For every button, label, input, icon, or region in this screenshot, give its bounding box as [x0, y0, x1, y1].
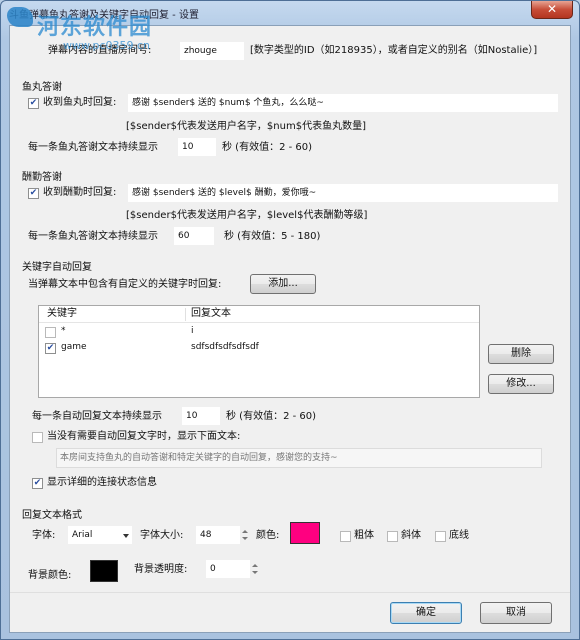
text-color-label: 颜色:	[256, 530, 280, 541]
italic-label: 斜体	[401, 530, 421, 541]
check-icon: ✔	[29, 188, 38, 198]
cancel-button[interactable]: 取消	[480, 602, 552, 624]
keyword-prompt: 当弹幕文本中包含有自定义的关键字时回复:	[28, 279, 222, 290]
row-checkbox[interactable]	[45, 327, 56, 338]
choujin-duration-input[interactable]: 60	[174, 227, 214, 245]
check-icon: ✔	[46, 343, 55, 353]
bold-checkbox[interactable]	[340, 531, 351, 542]
keyword-section-title: 关键字自动回复	[22, 262, 92, 273]
keyword-list[interactable]: 关键字 回复文本 * i ✔ game sdfsdfsdfsdfsdf	[38, 305, 480, 398]
room-id-hint: [数字类型的ID（如218935），或者自定义的别名（如Nostalie）]	[250, 45, 538, 56]
underline-label: 底线	[449, 530, 469, 541]
row-reply: i	[191, 326, 194, 336]
yuwan-duration-unit: 秒 (有效值：2 - 60)	[222, 142, 313, 153]
yuwan-duration-input[interactable]: 10	[178, 138, 216, 156]
bg-opacity-spinner[interactable]	[250, 560, 259, 578]
yuwan-section-title: 鱼丸答谢	[22, 82, 62, 93]
close-button[interactable]: ✕	[531, 1, 573, 19]
yuwan-reply-checkbox[interactable]: ✔	[28, 98, 39, 109]
keyword-duration-label: 每一条自动回复文本持续显示	[32, 411, 162, 422]
choujin-section-title: 酬勤答谢	[22, 172, 62, 183]
row-keyword: game	[61, 342, 87, 352]
bg-opacity-input[interactable]: 0	[206, 560, 250, 578]
format-section-title: 回复文本格式	[22, 510, 82, 521]
bold-label: 粗体	[354, 530, 374, 541]
check-icon: ✔	[33, 478, 42, 488]
bg-color-swatch[interactable]	[90, 560, 118, 582]
show-status-checkbox[interactable]: ✔	[32, 478, 43, 489]
italic-checkbox[interactable]	[387, 531, 398, 542]
watermark-text: 河东软件园	[37, 14, 153, 40]
table-row[interactable]: * i	[39, 325, 479, 340]
yuwan-duration-label: 每一条鱼丸答谢文本持续显示	[28, 142, 158, 153]
font-select[interactable]: Arial	[68, 526, 132, 544]
yuwan-reply-label: 收到鱼丸时回复:	[43, 97, 117, 108]
fallback-text-checkbox[interactable]	[32, 432, 43, 443]
edit-keyword-button[interactable]: 修改...	[488, 374, 554, 394]
choujin-duration-label: 每一条鱼丸答谢文本持续显示	[28, 231, 158, 242]
keyword-list-header: 关键字 回复文本	[39, 306, 479, 323]
font-size-spinner[interactable]	[240, 526, 249, 544]
add-keyword-button[interactable]: 添加...	[250, 274, 316, 294]
font-size-input[interactable]: 48	[196, 526, 240, 544]
column-separator[interactable]	[185, 308, 186, 321]
chevron-down-icon	[123, 534, 129, 538]
room-id-input[interactable]: zhouge	[180, 42, 244, 60]
yuwan-reply-message-input[interactable]: 感谢 $sender$ 送的 $num$ 个鱼丸，么么哒~	[128, 94, 558, 112]
choujin-reply-message-input[interactable]: 感谢 $sender$ 送的 $level$ 酬勤，爱你哦~	[128, 184, 558, 202]
font-size-label: 字体大小:	[140, 530, 184, 541]
fallback-text-input[interactable]: 本房间支持鱼丸的自动答谢和特定关键字的自动回复，感谢您的支持~	[56, 448, 542, 468]
choujin-vars-hint: [$sender$代表发送用户名字，$level$代表酬勤等级]	[126, 210, 368, 221]
yuwan-vars-hint: [$sender$代表发送用户名字，$num$代表鱼丸数量]	[126, 121, 366, 132]
bg-color-label: 背景颜色:	[28, 570, 72, 581]
site-logo-icon	[7, 7, 33, 27]
choujin-reply-label: 收到酬勤时回复:	[43, 187, 117, 198]
dialog-body: 弹幕内容的直播房间号: zhouge [数字类型的ID（如218935），或者自…	[9, 25, 571, 633]
underline-checkbox[interactable]	[435, 531, 446, 542]
keyword-duration-input[interactable]: 10	[182, 407, 220, 425]
table-row[interactable]: ✔ game sdfsdfsdfsdfsdf	[39, 341, 479, 356]
keyword-duration-unit: 秒 (有效值：2 - 60)	[226, 411, 317, 422]
column-header-reply[interactable]: 回复文本	[191, 307, 231, 321]
row-keyword: *	[61, 326, 66, 336]
fallback-text-label: 当没有需要自动回复文字时，显示下面文本:	[47, 431, 241, 442]
settings-window: 斗鱼弹幕鱼丸答谢及关键字自动回复 - 设置 ✕ 弹幕内容的直播房间号: zhou…	[0, 0, 580, 640]
choujin-duration-unit: 秒 (有效值：5 - 180)	[224, 231, 321, 242]
column-header-keyword[interactable]: 关键字	[47, 307, 77, 321]
row-reply: sdfsdfsdfsdfsdf	[191, 342, 259, 352]
row-checkbox[interactable]: ✔	[45, 343, 56, 354]
font-select-value: Arial	[72, 530, 93, 540]
show-status-label: 显示详细的连接状态信息	[47, 477, 157, 488]
ok-button[interactable]: 确定	[390, 602, 462, 624]
check-icon: ✔	[29, 98, 38, 108]
bg-opacity-label: 背景透明度:	[134, 564, 188, 575]
delete-keyword-button[interactable]: 删除	[488, 344, 554, 364]
choujin-reply-checkbox[interactable]: ✔	[28, 188, 39, 199]
text-color-swatch[interactable]	[290, 522, 320, 544]
watermark-url: www.pc0359.cn	[63, 39, 151, 52]
font-label: 字体:	[32, 530, 56, 541]
